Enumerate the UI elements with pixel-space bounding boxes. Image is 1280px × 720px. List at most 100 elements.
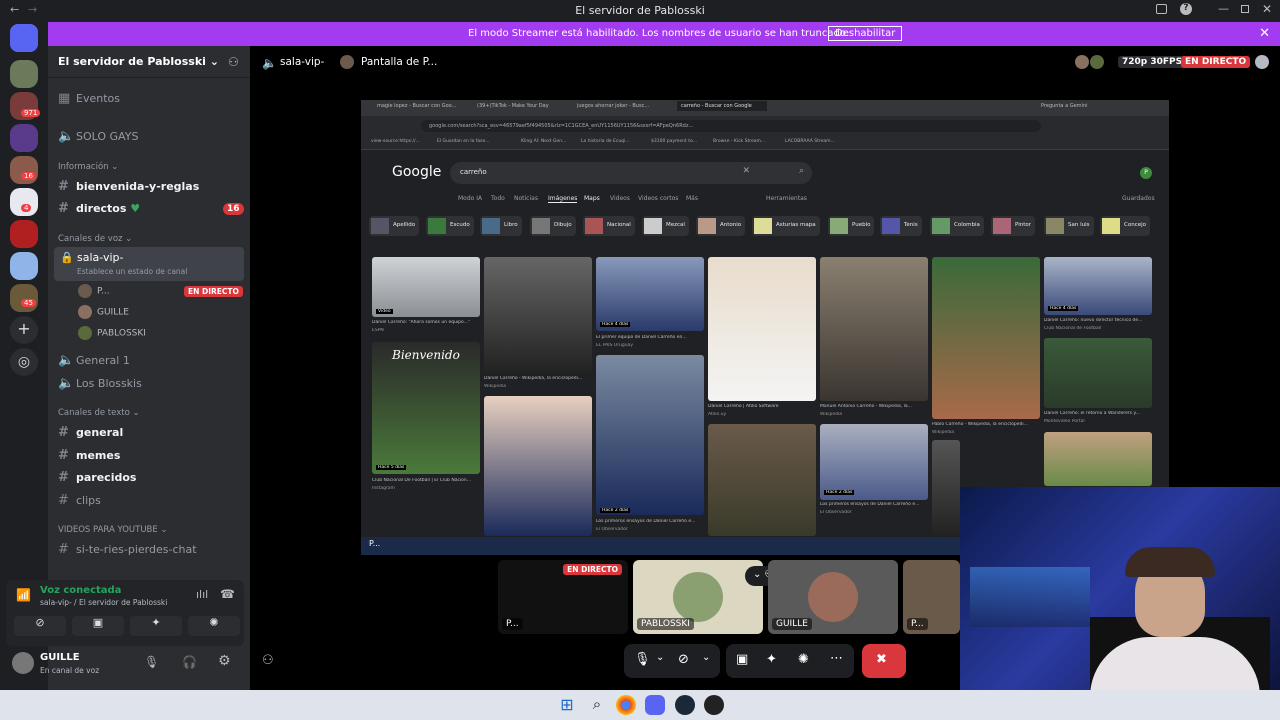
browser-tab[interactable]: (39+)TikTok - Make Your Day [477,103,567,109]
image-result[interactable] [484,396,592,536]
active-voice-channel[interactable]: 🔒 sala-vip- Establece un estado de canal [54,247,244,281]
camera-off-icon[interactable]: ⊘ [678,652,689,667]
bookmark[interactable]: $3100 payment to... [651,139,697,144]
chevron-down-icon[interactable]: ⌄ [656,652,664,663]
microphone-icon[interactable]: 🎙 [634,652,651,667]
channel-clips[interactable]: # clips [58,493,243,511]
participant-tile[interactable]: EN DIRECTO P... [498,560,628,634]
bookmark[interactable]: Browse - Kick Stream... [713,139,765,144]
google-search-box[interactable]: carreño ✕ ⌕ [450,162,812,184]
screen-share-button[interactable]: ▣ [72,616,124,636]
filter-chip[interactable]: Tenis [880,216,922,236]
server-icon[interactable] [10,124,38,152]
disable-streamer-button[interactable]: Deshabilitar [828,26,903,41]
bookmark[interactable]: La historia de Ecuqi... [581,139,630,144]
filter-chip[interactable]: Pintor [991,216,1035,236]
chrome-icon[interactable] [616,695,636,715]
filter-chip[interactable]: Nacional [583,216,635,236]
image-result[interactable] [484,257,592,373]
search-icon[interactable]: ⌕ [799,166,804,176]
image-result[interactable] [932,257,1040,419]
image-result[interactable] [596,355,704,515]
events-item[interactable]: ▦ Eventos [58,91,243,109]
soundboard-icon[interactable]: ✺ [798,652,809,667]
image-result[interactable] [708,257,816,401]
more-options-icon[interactable]: ⋯ [830,651,843,666]
channel-general[interactable]: # general [58,425,243,443]
image-caption[interactable]: Daniel Carreño - Wikipedia, la enciclope… [484,376,592,381]
channel-solo-gays[interactable]: 🔈 SOLO GAYS [58,129,243,147]
image-caption[interactable]: Los primeros ensayos de Daniel Carreño e… [820,502,928,507]
bookmark[interactable]: El Guardan en la fase... [437,139,490,144]
search-tab[interactable]: Todo [491,195,505,202]
image-caption[interactable]: Daniel Carreño: "Ahora somos un equipo..… [372,320,480,325]
filter-chip[interactable]: Apellido [369,216,420,236]
channel-general-1[interactable]: 🔈 General 1 [58,353,243,371]
filter-chip[interactable]: Dibujo [530,216,576,236]
image-result[interactable] [1044,432,1152,486]
category-text[interactable]: Canales de texto ⌄ [58,408,140,418]
image-result[interactable] [596,257,704,331]
steam-icon[interactable] [675,695,695,715]
filter-chip[interactable]: Concejo [1100,216,1150,236]
image-result[interactable] [372,257,480,317]
screen-share-title[interactable]: Pantalla de P... [361,56,437,68]
video-off-button[interactable]: ⊘ [14,616,66,636]
screen-share-icon[interactable]: ▣ [736,652,748,667]
image-result[interactable]: Bienvenido [372,342,480,474]
noise-suppression-icon[interactable]: ılıl [196,588,208,601]
voice-channel-name[interactable]: sala-vip- [280,56,324,68]
image-caption[interactable]: Daniel Carreño: nuevo director técnico d… [1044,318,1152,323]
search-icon[interactable]: ⌕ [587,695,607,715]
category-youtube[interactable]: VIDEOS PARA YOUTUBE ⌄ [58,525,168,535]
activities-icon[interactable]: ✦ [766,652,777,667]
image-caption[interactable]: Daniel Carreño | Atilio Software [708,404,816,409]
bookmark[interactable]: LACOBRAAA Stream... [785,139,835,144]
search-tab[interactable]: Imágenes [548,195,578,203]
search-tab[interactable]: Modo IA [458,195,482,202]
bookmark[interactable]: Kling AI: Next Gen... [521,139,566,144]
voice-channel-path[interactable]: sala-vip- / El servidor de Pablosski [40,598,167,607]
channel-parecidos[interactable]: # parecidos [58,470,243,488]
filter-chip[interactable]: Antonio [696,216,746,236]
invite-icon[interactable]: ⚇ [228,55,239,69]
search-tab[interactable]: Más [686,195,698,202]
image-result[interactable] [1044,338,1152,408]
participant-tile[interactable]: PABLOSSKI [633,560,763,634]
leave-call-button[interactable]: ✖ [862,644,906,678]
image-caption[interactable]: Pablo Carreño - Wikipedia, la encicloped… [932,422,1040,427]
profile-avatar[interactable]: P [1140,167,1152,179]
category-voice[interactable]: Canales de voz ⌄ [58,234,132,244]
gemini-button[interactable]: Pregunta a Gemini [1041,103,1101,109]
channel-si-te-ries[interactable]: # si-te-ries-pierdes-chat [58,542,243,560]
filter-chip[interactable]: Asturias mapa [752,216,820,236]
server-header[interactable]: El servidor de Pablosski ⌄ [48,46,250,78]
image-caption[interactable]: Daniel Carreño: el retorno a Wanderers y… [1044,411,1152,416]
filter-chip[interactable]: Mezcal [642,216,689,236]
channel-los-blosskis[interactable]: 🔈 Los Blosskis [58,376,243,394]
app-icon[interactable] [704,695,724,715]
search-tab[interactable]: Videos cortos [638,195,678,202]
channel-bienvenida[interactable]: # bienvenida-y-reglas [58,179,243,197]
image-caption[interactable]: El primer equipo de Daniel Carreño en... [596,335,704,340]
channel-directos[interactable]: # directos ♥ [58,201,243,219]
participant-tile[interactable]: P... [903,560,960,634]
voice-user[interactable]: P... [78,284,110,298]
image-caption[interactable]: Los primeros ensayos de Daniel Carreño e… [596,519,704,524]
help-icon[interactable]: ? [1180,3,1192,15]
filter-chip[interactable]: Pueblo [828,216,875,236]
image-caption[interactable]: Manuel Antonio Carreño - Wikipedia, la..… [820,404,928,409]
add-friend-icon[interactable]: ⚇ [262,653,274,668]
filter-chip[interactable]: Colombia [930,216,984,236]
close-window-icon[interactable]: ✕ [1262,2,1272,16]
participant-tile[interactable]: GUILLE [768,560,898,634]
browser-tab[interactable]: magie lopez - Buscar con Goo... [377,103,467,109]
bookmark[interactable]: view-source:https://... [371,139,420,144]
chat-icon[interactable] [1255,55,1269,69]
windows-start-icon[interactable]: ⊞ [557,695,577,715]
filter-chip[interactable]: Libro [480,216,522,236]
browser-tab[interactable]: juegos ahorrar joker - Busc... [577,103,667,109]
settings-gear-icon[interactable]: ⚙ [218,653,231,669]
minimize-icon[interactable]: — [1218,2,1229,15]
tools-tab[interactable]: Herramientas [766,195,807,202]
